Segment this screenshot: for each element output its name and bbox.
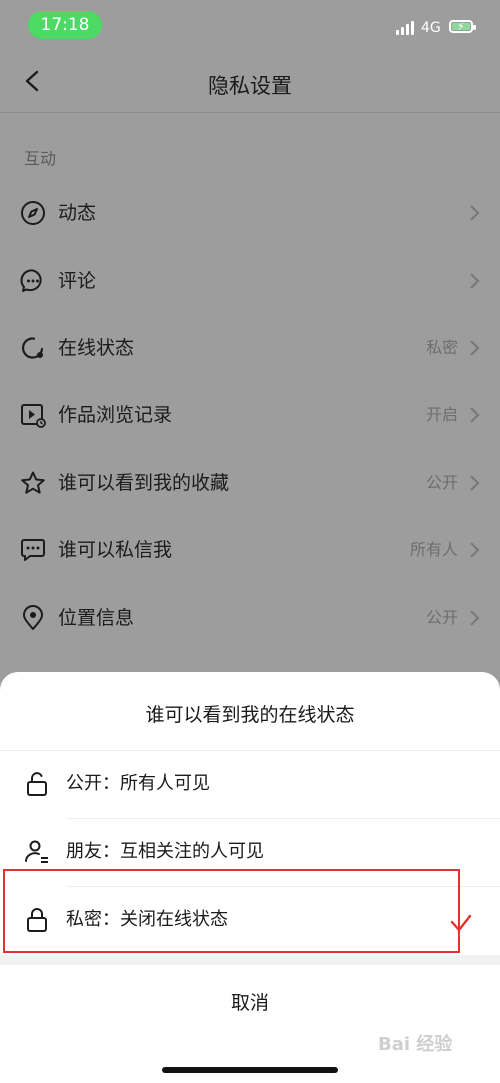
setting-label: 位置信息 [58,607,135,629]
comment-bubble-icon [20,269,42,292]
setting-row-online-status[interactable]: 在线状态 私密 [0,315,500,381]
setting-row-view-history[interactable]: 作品浏览记录 开启 [0,382,500,448]
setting-label: 在线状态 [58,337,135,359]
option-public[interactable]: 公开：所有人可见 [0,751,500,818]
chevron-right-icon [470,340,480,356]
home-indicator[interactable] [162,1067,338,1073]
setting-label: 作品浏览记录 [58,404,173,426]
chevron-right-icon [470,542,480,558]
screen: 17:18 4G ⚡ 隐私设置 互动 动态 评论 在线状态 私密 作品浏览记录 … [0,0,500,1083]
cancel-button-label[interactable]: 取消 [0,988,500,1015]
setting-row-messages[interactable]: 谁可以私信我 所有人 [0,517,500,583]
network-type: 4G [421,20,441,36]
page-title: 隐私设置 [208,74,292,98]
sheet-title: 谁可以看到我的在线状态 [145,704,355,726]
compass-icon [21,201,45,225]
video-history-icon [21,404,46,428]
nav-bar: 隐私设置 [0,52,500,113]
setting-label: 谁可以私信我 [58,539,173,561]
setting-row-location[interactable]: 位置信息 公开 [0,585,500,651]
signal-icon [396,21,416,35]
setting-row-favorites[interactable]: 谁可以看到我的收藏 公开 [0,450,500,516]
option-text: 公开：所有人可见 [66,773,210,794]
online-status-icon [22,337,44,359]
chevron-right-icon [470,273,480,289]
battery-icon: ⚡ [449,20,476,33]
setting-label: 谁可以看到我的收藏 [58,472,230,494]
setting-value: 公开 [425,608,458,627]
setting-value: 私密 [425,338,458,357]
chevron-right-icon [470,610,480,626]
friends-icon [25,840,48,863]
chevron-right-icon [470,475,480,491]
setting-value: 公开 [425,473,458,492]
highlight-box [3,869,460,953]
setting-row-comments[interactable]: 评论 [0,248,500,314]
section-header: 互动 [24,149,57,168]
status-time: 17:18 [28,11,102,39]
option-text: 朋友：互相关注的人可见 [66,841,264,862]
checkmark-icon [450,914,472,932]
setting-label: 评论 [58,270,97,292]
star-icon [21,471,45,494]
setting-row-dynamic[interactable]: 动态 [0,180,500,246]
chevron-right-icon [470,407,480,423]
status-bar: 17:18 4G ⚡ [0,0,500,52]
chevron-right-icon [470,205,480,221]
unlock-icon [27,772,47,796]
location-pin-icon [23,605,43,630]
watermark: Bai 经验 [378,1034,453,1055]
sheet-gap [0,955,500,965]
message-icon [21,539,45,561]
setting-value: 所有人 [409,540,458,559]
setting-value: 开启 [425,405,458,424]
setting-label: 动态 [58,202,97,224]
